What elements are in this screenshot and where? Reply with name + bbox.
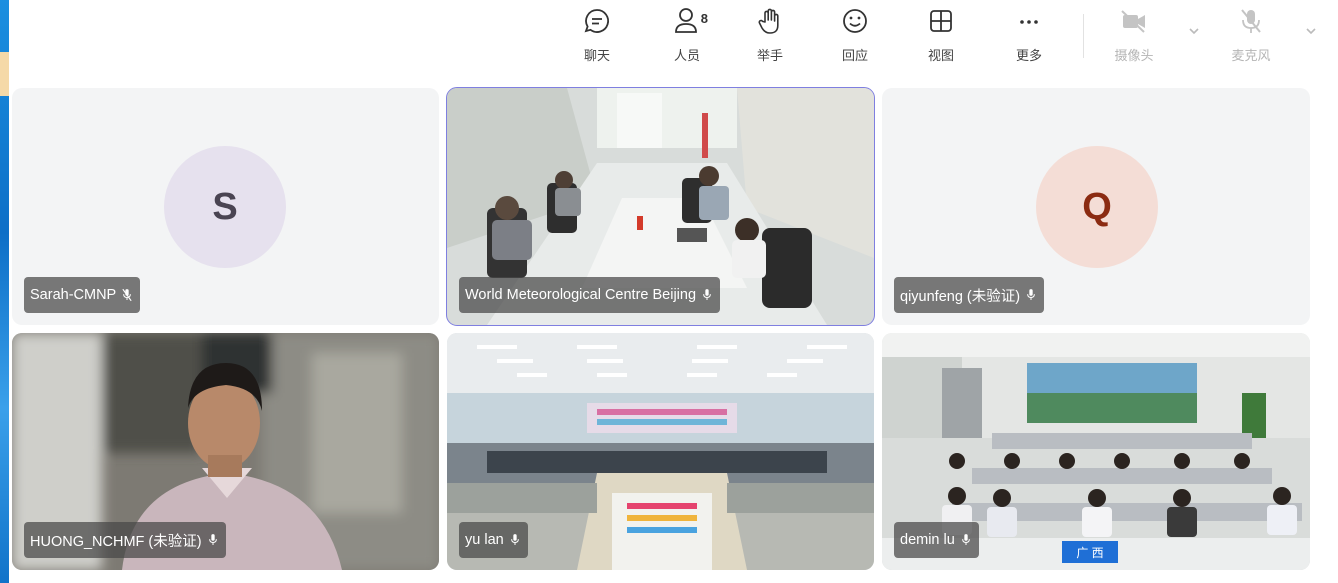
more-button[interactable]: 更多 bbox=[999, 6, 1059, 76]
view-button[interactable]: 视图 bbox=[911, 6, 971, 76]
hand-icon bbox=[755, 6, 785, 36]
microphone-options-chevron-icon[interactable] bbox=[1304, 26, 1318, 36]
participant-tile-wmc-beijing[interactable]: World Meteorological Centre Beijing bbox=[446, 87, 875, 326]
participant-nameplate: yu lan bbox=[459, 522, 528, 558]
participant-name: yu lan bbox=[465, 532, 504, 548]
smiley-icon bbox=[840, 6, 870, 36]
reaction-label: 回应 bbox=[841, 48, 868, 63]
name-sign-text: 广 西 bbox=[1076, 545, 1104, 560]
participant-tile-demin-lu[interactable]: 广 西 demin lu bbox=[882, 333, 1310, 570]
camera-off-icon bbox=[1119, 6, 1149, 36]
participant-name: qiyunfeng (未验证) bbox=[900, 288, 1021, 305]
mic-icon bbox=[510, 534, 519, 545]
more-dots-icon bbox=[1014, 6, 1044, 36]
participant-name: HUONG_NCHMF (未验证) bbox=[30, 533, 202, 550]
mic-icon bbox=[208, 534, 217, 545]
microphone-label: 麦克风 bbox=[1231, 48, 1271, 63]
participant-tile-huong[interactable]: HUONG_NCHMF (未验证) bbox=[12, 333, 439, 570]
avatar: Q bbox=[1036, 146, 1158, 268]
microphone-off-icon bbox=[1236, 6, 1266, 36]
chat-icon bbox=[582, 6, 612, 36]
participants-label: 人员 bbox=[673, 48, 700, 63]
participants-button[interactable]: 8 人员 bbox=[657, 6, 717, 76]
raise-hand-label: 举手 bbox=[756, 48, 783, 63]
name-sign: 广 西 bbox=[1062, 541, 1118, 563]
participant-nameplate: demin lu bbox=[894, 522, 979, 558]
grid-view-icon bbox=[926, 6, 956, 36]
microphone-button[interactable]: 麦克风 bbox=[1221, 6, 1281, 76]
more-label: 更多 bbox=[1015, 48, 1042, 63]
participant-tile-qiyunfeng[interactable]: Q qiyunfeng (未验证) bbox=[882, 88, 1310, 325]
mic-icon bbox=[961, 534, 970, 545]
reaction-button[interactable]: 回应 bbox=[825, 6, 885, 76]
participant-tile-yu-lan[interactable]: yu lan bbox=[447, 333, 874, 570]
background-window-edge bbox=[0, 0, 9, 583]
participant-nameplate: qiyunfeng (未验证) bbox=[894, 277, 1045, 313]
camera-label: 摄像头 bbox=[1114, 48, 1154, 63]
avatar-initial: S bbox=[212, 185, 238, 228]
participant-name: demin lu bbox=[900, 532, 955, 548]
camera-options-chevron-icon[interactable] bbox=[1187, 26, 1201, 36]
avatar: S bbox=[164, 146, 286, 268]
participant-nameplate: World Meteorological Centre Beijing bbox=[459, 277, 721, 313]
participant-nameplate: HUONG_NCHMF (未验证) bbox=[24, 522, 226, 558]
mic-icon bbox=[703, 289, 711, 300]
participant-tile-sarah[interactable]: S Sarah-CMNP bbox=[12, 88, 439, 325]
participant-name: World Meteorological Centre Beijing bbox=[465, 287, 697, 303]
view-label: 视图 bbox=[927, 48, 954, 63]
camera-button[interactable]: 摄像头 bbox=[1104, 6, 1164, 76]
meeting-toolbar: 聊天 8 人员 举手 回应 视图 更多 摄像头 麦克风 bbox=[560, 0, 1338, 80]
chat-button[interactable]: 聊天 bbox=[567, 6, 627, 76]
avatar-initial: Q bbox=[1082, 185, 1112, 228]
people-icon: 8 bbox=[672, 6, 708, 36]
participants-count: 8 bbox=[700, 11, 708, 26]
toolbar-divider bbox=[1083, 14, 1084, 58]
mic-icon bbox=[1027, 289, 1035, 300]
chat-label: 聊天 bbox=[583, 48, 610, 63]
participant-name: Sarah-CMNP bbox=[30, 287, 117, 303]
raise-hand-button[interactable]: 举手 bbox=[740, 6, 800, 76]
participant-nameplate: Sarah-CMNP bbox=[24, 277, 141, 313]
mic-muted-icon bbox=[122, 288, 132, 302]
